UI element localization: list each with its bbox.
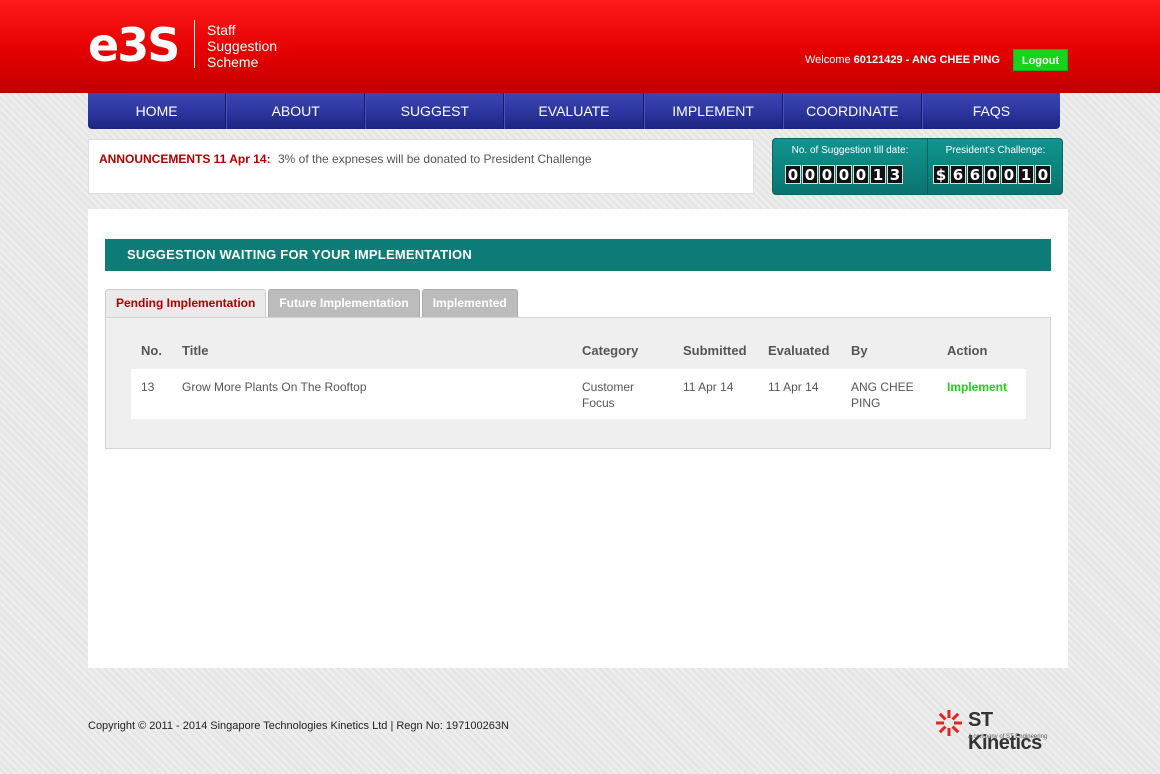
challenge-counter-label: President's Challenge: <box>945 145 1046 156</box>
cell-category: Customer Focus <box>582 379 634 411</box>
counter-digit: $ <box>933 165 949 184</box>
suggestion-counter: No. of Suggestion till date: 0 0 0 0 0 1… <box>773 139 928 194</box>
main-content: SUGGESTION WAITING FOR YOUR IMPLEMENTATI… <box>88 209 1068 668</box>
nav-item-suggest[interactable]: SUGGEST <box>365 93 505 129</box>
cell-title[interactable]: Grow More Plants On The Rooftop <box>182 379 367 395</box>
counter-digit: 0 <box>1001 165 1017 184</box>
counter-digit: 1 <box>1018 165 1034 184</box>
counter-digit: 1 <box>870 165 886 184</box>
counter-digit: 0 <box>802 165 818 184</box>
logout-button[interactable]: Logout <box>1013 49 1068 71</box>
copyright-text: Copyright © 2011 - 2014 Singapore Techno… <box>88 720 509 732</box>
counter-digit: 0 <box>853 165 869 184</box>
implementation-tabs: Pending Implementation Future Implementa… <box>105 289 518 317</box>
column-header-category: Category <box>582 343 639 358</box>
column-header-evaluated: Evaluated <box>768 343 830 358</box>
cell-category-line: Focus <box>582 396 615 410</box>
counter-digit: 6 <box>950 165 966 184</box>
tagline-line: Suggestion <box>207 38 278 54</box>
column-header-submitted: Submitted <box>683 343 747 358</box>
counter-digit: 0 <box>785 165 801 184</box>
cell-submitted: 11 Apr 14 <box>683 380 734 394</box>
nav-item-evaluate[interactable]: EVALUATE <box>504 93 644 129</box>
counter-digit: 0 <box>836 165 852 184</box>
st-kinetics-logo: ST Kinetics A company of ST Engineering <box>935 709 1070 754</box>
table-row: 13 Grow More Plants On The Rooftop Custo… <box>131 369 1026 419</box>
counter-digit: 0 <box>984 165 1000 184</box>
cell-category-line: Customer <box>582 380 635 394</box>
welcome-message: Welcome 60121429 - ANG CHEE PING <box>805 54 1000 66</box>
nav-item-coordinate[interactable]: COORDINATE <box>782 93 922 129</box>
nav-item-about[interactable]: ABOUT <box>226 93 366 129</box>
column-header-action: Action <box>947 343 988 358</box>
tab-implemented[interactable]: Implemented <box>421 289 518 317</box>
announcement-label: ANNOUNCEMENTS 11 Apr 14: <box>99 152 271 166</box>
header: e3S Staff Suggestion Scheme Welcome 6012… <box>0 0 1160 93</box>
column-header-by: By <box>851 343 868 358</box>
column-header-no: No. <box>141 343 162 358</box>
counters-panel: No. of Suggestion till date: 0 0 0 0 0 1… <box>772 138 1063 195</box>
cell-evaluated: 11 Apr 14 <box>768 380 819 394</box>
announcement-text: 3% of the expneses will be donated to Pr… <box>278 152 592 166</box>
counter-digit: 3 <box>887 165 903 184</box>
counter-digit: 0 <box>1035 165 1051 184</box>
brand-name: ST Kinetics <box>968 709 1042 754</box>
st-kinetics-burst-icon <box>936 710 962 736</box>
user-name: 60121429 - ANG CHEE PING <box>853 54 1000 66</box>
suggestion-counter-label: No. of Suggestion till date: <box>791 145 909 156</box>
section-title: SUGGESTION WAITING FOR YOUR IMPLEMENTATI… <box>105 239 1051 271</box>
announcement-box: ANNOUNCEMENTS 11 Apr 14: 3% of the expne… <box>88 139 754 194</box>
cell-no: 13 <box>141 380 155 394</box>
cell-by-line: ANG CHEE <box>851 380 914 394</box>
counter-digit: 0 <box>819 165 835 184</box>
cell-by: ANG CHEE PING <box>851 379 914 411</box>
challenge-counter-digits: $ 6 6 0 0 1 0 <box>933 165 1051 184</box>
tab-panel: No. Title Category Submitted Evaluated B… <box>105 317 1051 449</box>
cell-by-line: PING <box>851 396 881 410</box>
tagline-line: Scheme <box>207 54 259 70</box>
nav-item-implement[interactable]: IMPLEMENT <box>643 93 783 129</box>
table-header: No. Title Category Submitted Evaluated B… <box>131 343 1026 363</box>
tagline-line: Staff <box>207 22 236 38</box>
logo-tagline: Staff Suggestion Scheme <box>207 22 277 70</box>
nav-item-home[interactable]: HOME <box>88 93 227 129</box>
suggestion-counter-digits: 0 0 0 0 0 1 3 <box>785 165 903 184</box>
implement-link[interactable]: Implement <box>947 379 1007 395</box>
nav-item-faqs[interactable]: FAQS <box>921 93 1060 129</box>
e3s-logo[interactable]: e3S <box>88 18 180 72</box>
column-header-title: Title <box>182 343 209 358</box>
challenge-counter: President's Challenge: $ 6 6 0 0 1 0 <box>929 139 1062 194</box>
tab-future-implementation[interactable]: Future Implementation <box>268 289 420 317</box>
tab-pending-implementation[interactable]: Pending Implementation <box>105 289 267 317</box>
logo-divider <box>194 20 195 68</box>
welcome-prefix: Welcome <box>804 54 851 66</box>
main-nav: HOME ABOUT SUGGEST EVALUATE IMPLEMENT CO… <box>88 93 1060 129</box>
brand-subtitle: A company of ST Engineering <box>968 734 1048 740</box>
counter-digit: 6 <box>967 165 983 184</box>
